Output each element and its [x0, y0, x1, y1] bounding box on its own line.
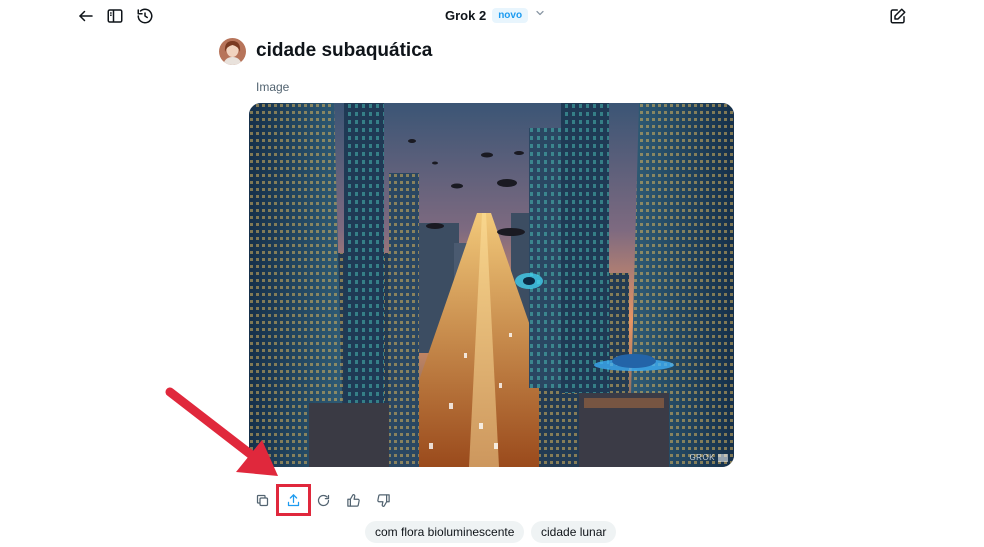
sidebar-panel-icon	[107, 9, 123, 23]
like-button[interactable]	[341, 489, 365, 511]
thumbs-up-icon	[346, 493, 360, 507]
grok-watermark: GROK	[689, 453, 728, 462]
share-upload-icon	[287, 493, 299, 506]
history-icon	[137, 8, 153, 24]
back-button[interactable]	[74, 4, 98, 28]
generated-image[interactable]: GROK	[249, 103, 734, 467]
share-button[interactable]	[281, 489, 305, 511]
avatar	[219, 38, 246, 65]
grok-logo-icon	[718, 453, 728, 462]
history-button[interactable]	[133, 4, 157, 28]
refresh-icon	[317, 494, 329, 506]
new-badge: novo	[492, 7, 529, 23]
suggestion-chip[interactable]: cidade lunar	[531, 521, 617, 543]
regenerate-button[interactable]	[311, 489, 335, 511]
copy-icon	[256, 494, 268, 506]
suggestion-chip[interactable]: com flora bioluminescente	[365, 521, 525, 543]
compose-icon	[890, 8, 906, 24]
thumbs-down-icon	[376, 493, 390, 507]
new-chat-button[interactable]	[886, 4, 910, 28]
arrow-left-icon	[79, 10, 93, 22]
grok-chat-page: Grok 2 novo cidade subaquática Image GRO…	[0, 0, 984, 547]
sidebar-toggle-button[interactable]	[103, 4, 127, 28]
chevron-down-icon	[534, 6, 546, 24]
copy-button[interactable]	[250, 489, 274, 511]
watermark-text: GROK	[689, 453, 715, 462]
image-label: Image	[256, 80, 290, 94]
model-name: Grok 2	[445, 7, 487, 23]
dislike-button[interactable]	[371, 489, 395, 511]
model-selector[interactable]: Grok 2 novo	[445, 6, 546, 24]
city-illustration	[249, 103, 734, 467]
query-title: cidade subaquática	[256, 40, 433, 61]
